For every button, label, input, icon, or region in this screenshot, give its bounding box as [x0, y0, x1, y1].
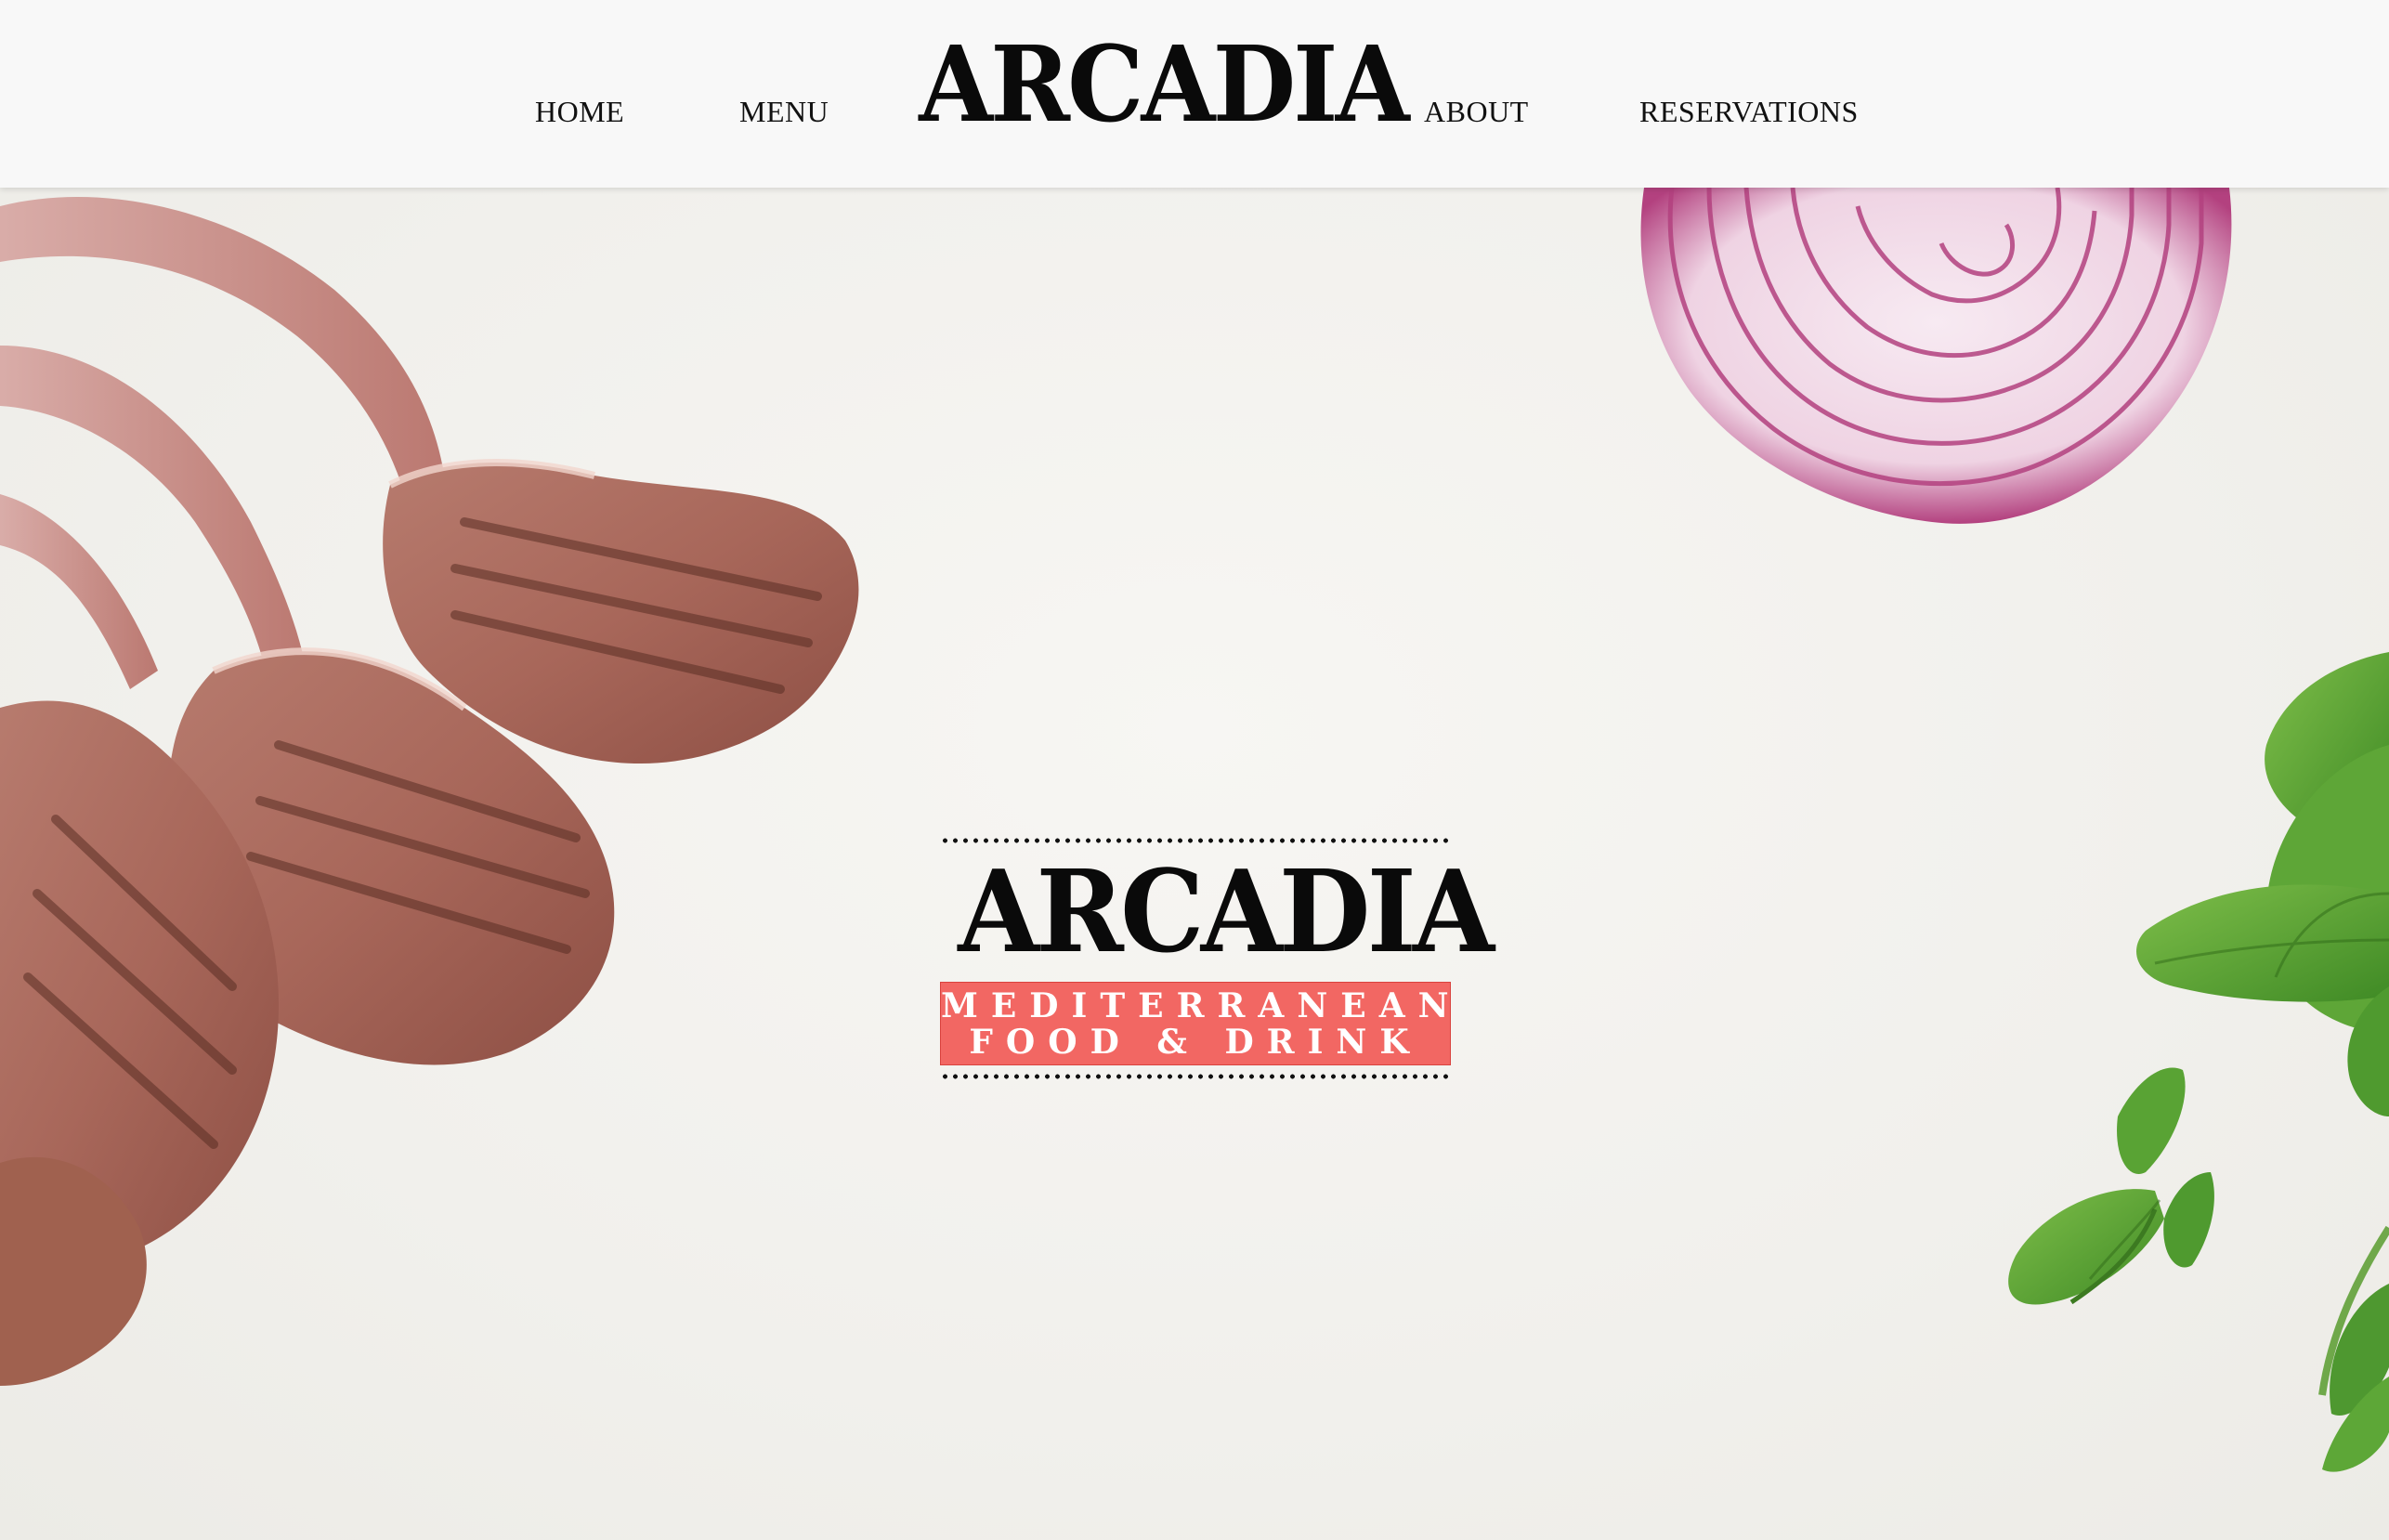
basil-leaves-image	[2008, 652, 2389, 1472]
tagline-line-1: MEDITERRANEAN	[941, 986, 1462, 1025]
tagline-band: MEDITERRANEAN FOOD & DRINK	[940, 982, 1451, 1065]
lamb-chops-image	[0, 197, 859, 1386]
nav-menu-link[interactable]: MENU	[739, 97, 829, 126]
hero-emblem: ARCADIA MEDITERRANEAN FOOD & DRINK	[940, 838, 1495, 1089]
tagline-line-2: FOOD & DRINK	[969, 1023, 1422, 1062]
emblem-title: ARCADIA	[958, 844, 1495, 978]
red-onion-image	[1640, 188, 2232, 524]
dotted-rule-top	[940, 838, 1451, 843]
nav-reservations-link[interactable]: RESERVATIONS	[1639, 97, 1859, 126]
nav-home-link[interactable]: HOME	[535, 97, 624, 126]
header-logo[interactable]: ARCADIA	[919, 33, 1409, 137]
dotted-rule-bottom	[940, 1074, 1451, 1079]
site-header: HOME MENU ARCADIA ABOUT RESERVATIONS	[0, 0, 2389, 188]
nav-about-link[interactable]: ABOUT	[1424, 97, 1529, 126]
hero-section: ARCADIA MEDITERRANEAN FOOD & DRINK	[0, 188, 2389, 1540]
